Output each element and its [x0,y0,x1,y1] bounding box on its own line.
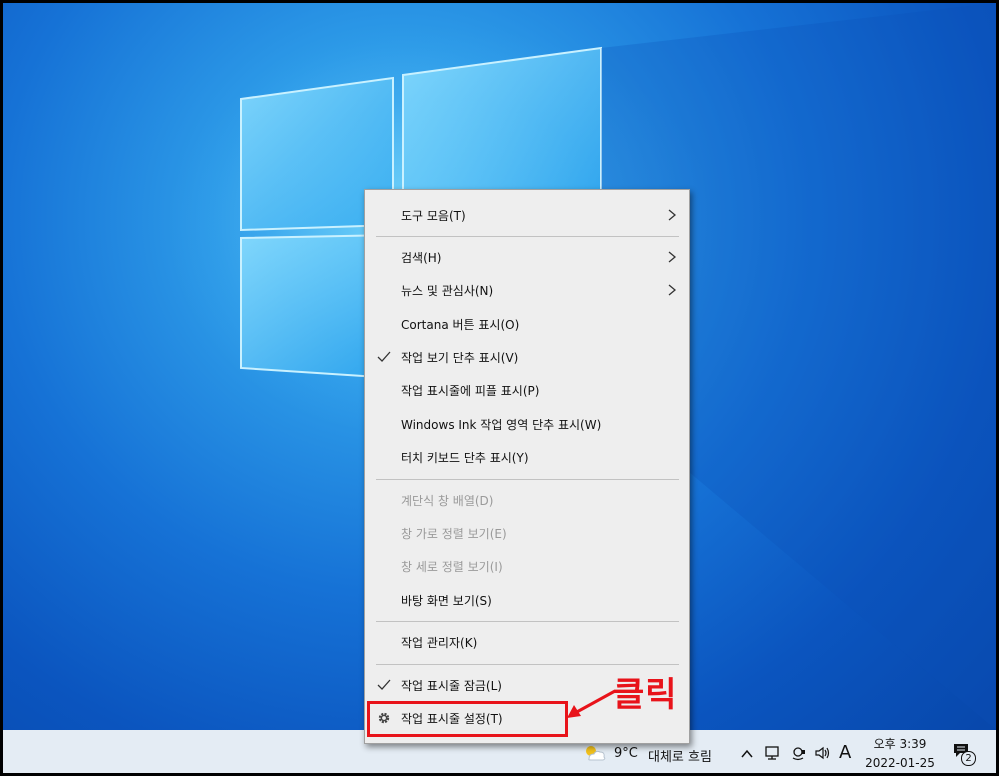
menu-item-show-desktop[interactable]: 바탕 화면 보기(S) [365,585,689,615]
menu-item-label: 도구 모음(T) [401,209,466,223]
clock[interactable]: 오후 3:39 2022-01-25 [861,733,939,771]
highlight-box [367,701,568,737]
menu-item-label: 작업 보기 단추 표시(V) [401,351,519,365]
menu-item-label: 작업 표시줄 잠금(L) [401,679,502,693]
checkmark-icon [377,679,391,690]
menu-item-label: 바탕 화면 보기(S) [401,594,492,608]
menu-item-label: 계단식 창 배열(D) [401,494,494,508]
menu-item-stacked-windows: 창 가로 정렬 보기(E) [365,518,689,548]
menu-item-label: 창 가로 정렬 보기(E) [401,527,507,541]
menu-item-label: 검색(H) [401,251,442,265]
notification-count-badge: 2 [961,751,976,766]
menu-item-label: 작업 표시줄에 피플 표시(P) [401,384,540,398]
menu-item-news-and-interests[interactable]: 뉴스 및 관심사(N) [365,275,689,305]
input-language-indicator[interactable]: A [839,742,851,763]
menu-item-task-view-button[interactable]: 작업 보기 단추 표시(V) [365,342,689,372]
menu-item-label: 터치 키보드 단추 표시(Y) [401,451,529,465]
partly-cloudy-icon [586,746,606,761]
annotation-label: 클릭 [613,675,678,715]
menu-item-toolbars[interactable]: 도구 모음(T) [365,200,689,230]
menu-item-cascade-windows: 계단식 창 배열(D) [365,485,689,515]
menu-separator [376,664,679,665]
taskbar-context-menu: 도구 모음(T) 검색(H) 뉴스 및 관심사(N) Cortana 버튼 표시… [364,189,690,744]
menu-item-touch-keyboard[interactable]: 터치 키보드 단추 표시(Y) [365,442,689,472]
menu-item-label: 작업 관리자(K) [401,636,478,650]
menu-item-label: Cortana 버튼 표시(O) [401,318,520,332]
menu-item-task-manager[interactable]: 작업 관리자(K) [365,627,689,657]
chevron-right-icon [668,284,677,296]
weather-temp: 9°C [614,746,638,761]
menu-separator [376,479,679,480]
menu-item-windows-ink[interactable]: Windows Ink 작업 영역 단추 표시(W) [365,409,689,439]
meet-now-icon[interactable] [791,744,807,762]
action-center-button[interactable]: 2 [952,740,978,766]
clock-time: 오후 3:39 [873,737,927,751]
volume-icon[interactable] [814,745,832,761]
menu-item-cortana-button[interactable]: Cortana 버튼 표시(O) [365,309,689,339]
menu-item-side-by-side-windows: 창 세로 정렬 보기(I) [365,551,689,581]
checkmark-icon [377,351,391,362]
menu-separator [376,621,679,622]
screenshot-frame: 9°C 대체로 흐림 A 오후 3:39 2022-01-25 2 도구 모음(… [0,0,999,776]
chevron-right-icon [668,209,677,221]
menu-item-label: 뉴스 및 관심사(N) [401,284,494,298]
weather-condition: 대체로 흐림 [648,750,712,765]
chevron-right-icon [668,251,677,263]
menu-item-people[interactable]: 작업 표시줄에 피플 표시(P) [365,375,689,405]
clock-date: 2022-01-25 [865,756,935,770]
network-icon[interactable] [764,745,782,761]
menu-item-search[interactable]: 검색(H) [365,242,689,272]
menu-item-label: 창 세로 정렬 보기(I) [401,560,503,574]
show-hidden-icons-icon[interactable] [740,747,754,759]
menu-item-label: Windows Ink 작업 영역 단추 표시(W) [401,418,602,432]
menu-separator [376,236,679,237]
